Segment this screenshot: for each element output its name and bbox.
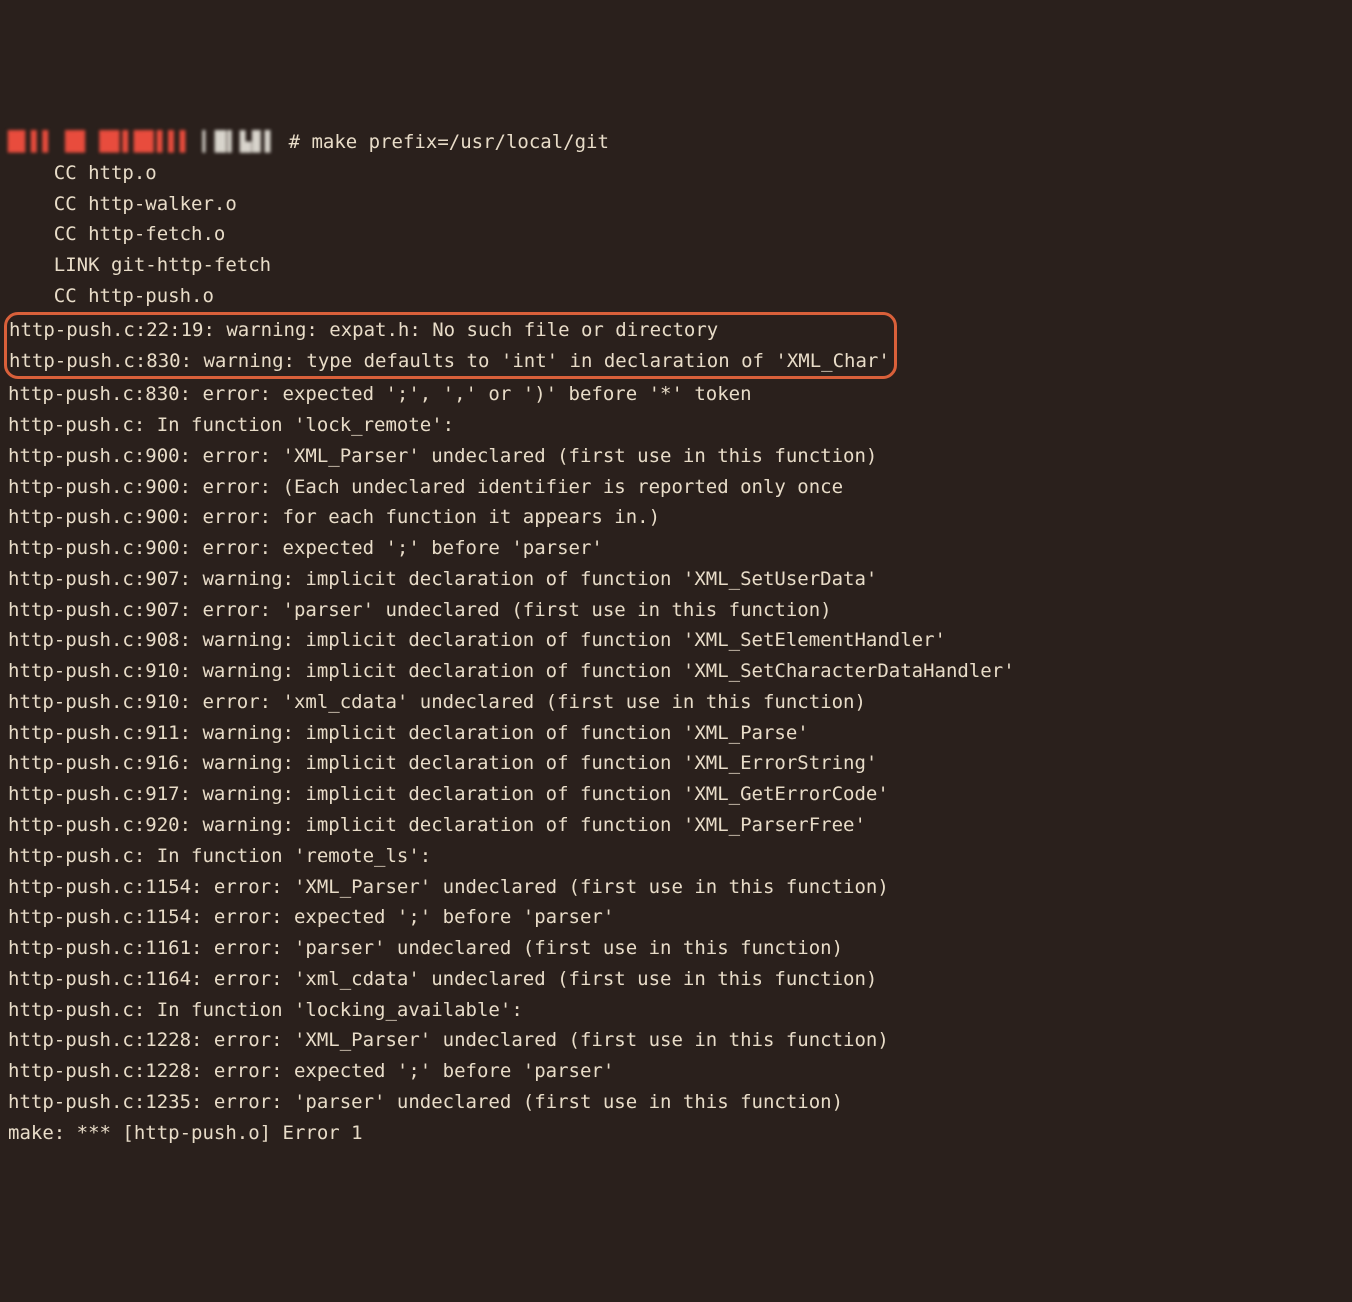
prompt-line[interactable]: █▌▌▌ █▊ █▊▌█▊▌▌▌ ▎█▍▙▊▌ # make prefix=/u… [8,127,1344,158]
warning-highlight-box: http-push.c:22:19: warning: expat.h: No … [4,312,897,380]
prompt-user-blurred: █▌▌▌ █▊ █▊▌█▊▌▌▌ [8,127,191,158]
compile-output: CC http.o CC http-walker.o CC http-fetch… [8,158,1344,312]
boxed-output: http-push.c:22:19: warning: expat.h: No … [9,315,890,377]
command-text: make prefix=/usr/local/git [311,131,608,153]
prompt-host-blurred: ▎█▍▙▊▌ [202,127,277,158]
prompt-char: # [289,131,300,153]
error-output: http-push.c:830: error: expected ';', ',… [8,379,1344,1148]
